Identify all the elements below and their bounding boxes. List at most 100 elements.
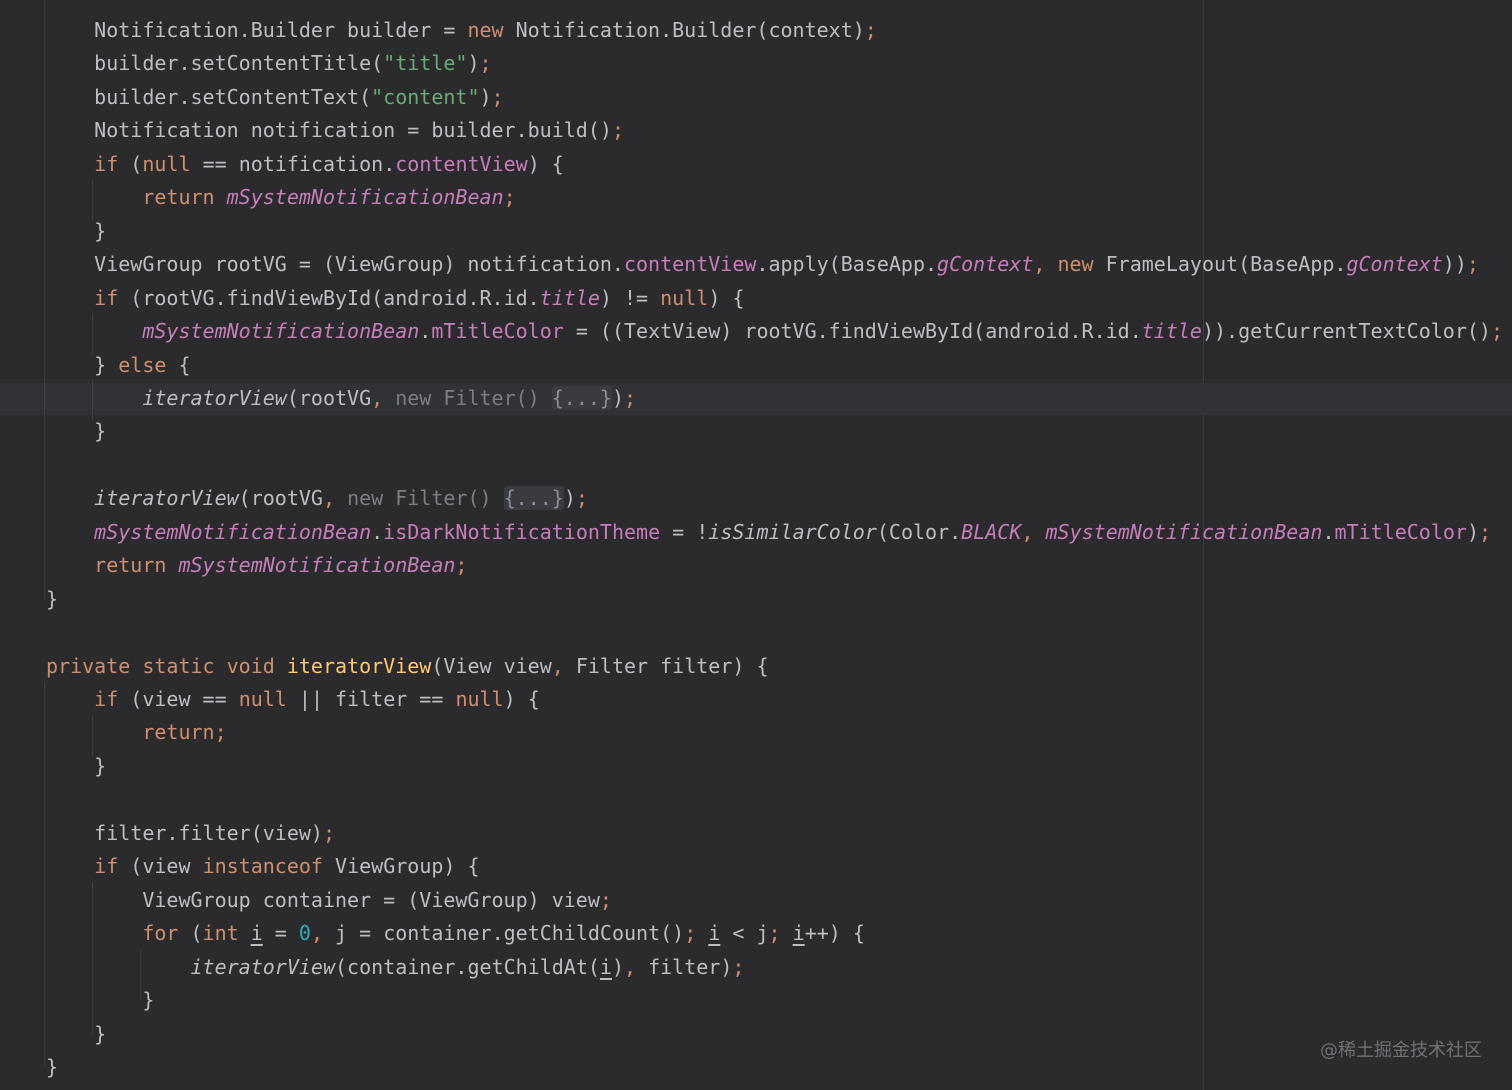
code-text: Notification.Builder builder =: [46, 18, 468, 42]
code-line[interactable]: return mSystemNotificationBean;: [46, 549, 467, 582]
code-line[interactable]: }: [46, 583, 58, 616]
code-text: ++) {: [804, 921, 865, 946]
code-text: (rootVG.findViewById(android.R.id.: [118, 285, 540, 310]
code-line[interactable]: } else {: [46, 349, 191, 382]
field-reference: contentView: [395, 151, 528, 176]
code-line[interactable]: mSystemNotificationBean.mTitleColor = ((…: [46, 315, 1503, 348]
code-text: (rootVG: [286, 385, 372, 410]
code-text: j = container.getChildCount(): [335, 921, 685, 946]
code-text: (: [118, 151, 143, 176]
code-line[interactable]: return mSystemNotificationBean;: [46, 181, 516, 214]
code-line[interactable]: return;: [46, 716, 227, 749]
code-line[interactable]: }: [46, 984, 154, 1017]
keyword-token: ;: [732, 954, 745, 979]
code-text: ViewGroup) {: [322, 854, 480, 879]
folded-text: new Filter(): [347, 486, 504, 511]
code-text: builder.setContentText(: [46, 84, 372, 109]
keyword-token: ;: [503, 185, 516, 210]
code-text: == notification.: [190, 151, 396, 176]
keyword-token: if: [94, 854, 119, 879]
keyword-token: ;: [768, 921, 793, 946]
keyword-token: ;: [624, 385, 637, 410]
static-reference: mSystemNotificationBean: [94, 519, 372, 544]
keyword-token: return;: [142, 720, 227, 745]
code-line[interactable]: iteratorView(rootVG, new Filter() {...})…: [46, 382, 636, 415]
static-reference: BLACK: [961, 519, 1022, 544]
static-reference: gContext: [1346, 252, 1443, 277]
keyword-token: ;: [684, 921, 709, 946]
code-text: (rootVG: [238, 486, 323, 511]
code-line[interactable]: iteratorView(rootVG, new Filter() {...})…: [46, 482, 588, 515]
code-text: ) {: [527, 151, 564, 176]
static-reference: mSystemNotificationBean: [142, 319, 420, 344]
code-line[interactable]: if (null == notification.contentView) {: [46, 148, 564, 181]
keyword-token: new: [467, 18, 504, 42]
code-line[interactable]: builder.setContentText("content");: [46, 81, 504, 114]
code-text: Notification notification = builder.buil…: [46, 118, 612, 143]
code-text: ): [563, 486, 576, 511]
keyword-token: ,: [1033, 252, 1058, 277]
keyword-token: return: [94, 553, 167, 578]
method-call: iteratorView: [142, 385, 287, 410]
code-text: .apply(BaseApp.: [756, 252, 938, 277]
keyword-token: ;: [599, 887, 612, 912]
code-text: (view: [118, 854, 203, 879]
code-line[interactable]: if (view instanceof ViewGroup) {: [46, 850, 480, 883]
static-reference: mSystemNotificationBean: [1045, 519, 1323, 544]
code-text: }: [46, 586, 59, 611]
code-line[interactable]: }: [46, 1051, 58, 1084]
code-text: ): [479, 84, 492, 109]
code-text: Notification.Builder(context): [503, 18, 865, 42]
code-text: (View view: [431, 653, 552, 678]
code-line[interactable]: Notification.Builder builder = new Notif…: [46, 14, 877, 47]
keyword-token: ,: [310, 921, 336, 946]
watermark: @稀土掘金技术社区: [1320, 1040, 1482, 1061]
code-text: ) !=: [599, 285, 661, 310]
code-line[interactable]: mSystemNotificationBean.isDarkNotificati…: [46, 516, 1491, 549]
code-line[interactable]: }: [46, 750, 106, 783]
code-line[interactable]: filter.filter(view);: [46, 817, 335, 850]
code-text: {: [166, 352, 191, 377]
code-line[interactable]: Notification notification = builder.buil…: [46, 114, 624, 147]
code-fold-marker[interactable]: {...}: [503, 486, 564, 511]
keyword-token: ;: [491, 84, 504, 109]
code-text: (Color.: [876, 519, 962, 544]
keyword-token: int: [202, 921, 239, 946]
keyword-token: ;: [479, 51, 492, 76]
keyword-token: return: [142, 185, 215, 210]
code-text: ): [1466, 519, 1479, 544]
keyword-token: null: [455, 687, 504, 711]
code-line[interactable]: iteratorView(container.getChildAt(i), fi…: [46, 951, 745, 984]
code-line[interactable]: for (int i = 0, j = container.getChildCo…: [46, 917, 865, 950]
code-text: }: [46, 753, 107, 778]
keyword-token: new: [1057, 252, 1094, 277]
code-line[interactable]: }: [46, 415, 106, 448]
code-line[interactable]: if (rootVG.findViewById(android.R.id.tit…: [46, 282, 744, 315]
code-line[interactable]: ViewGroup container = (ViewGroup) view;: [46, 884, 612, 917]
code-fold-marker[interactable]: {...}: [551, 385, 612, 410]
keyword-token: for: [142, 921, 179, 946]
indent-guide: [44, 682, 45, 1066]
indent-guide: [44, 0, 45, 600]
code-line[interactable]: private static void iteratorView(View vi…: [46, 650, 769, 683]
code-line[interactable]: }: [46, 1018, 106, 1051]
keyword-token: null: [142, 151, 191, 176]
code-line[interactable]: ViewGroup rootVG = (ViewGroup) notificat…: [46, 248, 1479, 281]
keyword-token: ,: [624, 954, 649, 979]
method-call: isSimilarColor: [708, 519, 877, 544]
code-editor[interactable]: Notification.Builder builder = new Notif…: [0, 0, 1512, 1090]
code-line[interactable]: if (view == null || filter == null) {: [46, 683, 540, 716]
keyword-token: if: [94, 687, 119, 711]
code-line[interactable]: }: [46, 215, 106, 248]
code-text: (: [178, 921, 203, 946]
method-call: iteratorView: [190, 954, 336, 979]
code-line[interactable]: builder.setContentTitle("title");: [46, 47, 492, 80]
code-text: }: [46, 419, 107, 444]
